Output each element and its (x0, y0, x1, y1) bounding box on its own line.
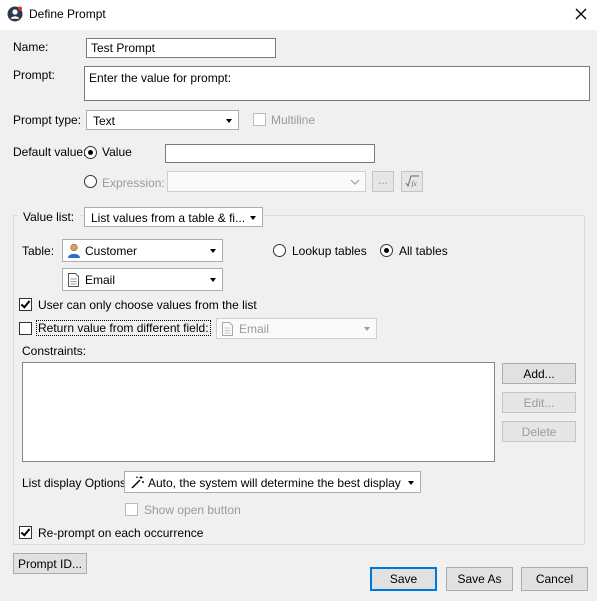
multiline-checkbox[interactable] (253, 113, 266, 126)
return-field-value: Email (239, 322, 270, 336)
save-button[interactable]: Save (370, 567, 437, 591)
close-icon[interactable] (572, 5, 590, 23)
window-title: Define Prompt (29, 7, 106, 21)
return-different-checkbox[interactable] (19, 322, 32, 335)
field-icon (68, 273, 79, 287)
field-select[interactable]: Email (62, 268, 223, 291)
multiline-label: Multiline (271, 113, 316, 127)
chevron-down-icon (250, 216, 256, 220)
list-display-select[interactable]: Auto, the system will determine the best… (124, 471, 421, 493)
name-field[interactable]: Test Prompt (86, 38, 276, 58)
magic-wand-icon (131, 476, 144, 489)
lookup-tables-label: Lookup tables (292, 244, 367, 258)
formula-icon: fx (405, 175, 419, 188)
list-display-value: Auto, the system will determine the best… (148, 476, 401, 490)
expression-label: Expression: (102, 176, 165, 190)
show-open-button-checkbox[interactable] (125, 503, 138, 516)
value-radio[interactable] (84, 146, 97, 159)
edit-constraint-button[interactable]: Edit... (502, 392, 576, 413)
prompt-label: Prompt: (13, 68, 56, 82)
value-list-value: List values from a table & fi... (91, 211, 246, 225)
chevron-down-icon (226, 119, 232, 123)
only-list-label: User can only choose values from the lis… (38, 298, 257, 312)
value-radio-label: Value (102, 145, 132, 159)
default-value-label: Default value: (13, 145, 87, 159)
constraints-list[interactable] (22, 362, 495, 462)
prompt-type-value: Text (93, 114, 116, 128)
formula-button[interactable]: fx (401, 171, 423, 192)
all-tables-label: All tables (399, 244, 448, 258)
only-list-checkbox[interactable] (19, 298, 32, 311)
value-list-select[interactable]: List values from a table & fi... (84, 207, 263, 227)
return-field-select[interactable]: Email (216, 318, 377, 339)
cancel-button[interactable]: Cancel (521, 567, 588, 591)
add-constraint-button[interactable]: Add... (502, 363, 576, 384)
all-tables-radio[interactable] (380, 244, 393, 257)
table-select[interactable]: Customer (62, 239, 223, 262)
customer-icon (68, 243, 80, 258)
default-value-field[interactable] (165, 144, 375, 163)
reprompt-checkbox[interactable] (19, 526, 32, 539)
prompt-type-label: Prompt type: (13, 113, 82, 127)
table-label: Table: (22, 244, 55, 258)
lookup-tables-radio[interactable] (273, 244, 286, 257)
chevron-down-icon (408, 481, 414, 485)
svg-text:fx: fx (412, 180, 418, 188)
table-value: Customer (85, 244, 138, 258)
chevron-down-icon (210, 249, 216, 253)
chevron-down-icon (210, 278, 216, 282)
value-list-label: Value list: (17, 210, 81, 224)
show-open-button-label: Show open button (144, 503, 241, 517)
prompt-type-select[interactable]: Text (86, 110, 239, 130)
field-value: Email (85, 273, 116, 287)
constraints-label: Constraints: (22, 344, 87, 358)
chevron-down-icon (364, 327, 370, 331)
field-icon (222, 322, 233, 336)
name-label: Name: (13, 40, 49, 54)
save-as-button[interactable]: Save As (446, 567, 513, 591)
chevron-down-icon (350, 179, 360, 185)
reprompt-label: Re-prompt on each occurrence (38, 526, 204, 540)
expression-select[interactable] (167, 171, 366, 192)
app-icon (7, 6, 23, 22)
prompt-field[interactable]: Enter the value for prompt: (84, 66, 590, 101)
list-display-label: List display Options: (22, 476, 130, 490)
ellipsis-button[interactable]: ... (372, 171, 394, 192)
expression-radio[interactable] (84, 175, 97, 188)
prompt-id-button[interactable]: Prompt ID... (13, 553, 87, 574)
return-different-label: Return value from different field: (36, 320, 211, 336)
delete-constraint-button[interactable]: Delete (502, 421, 576, 442)
